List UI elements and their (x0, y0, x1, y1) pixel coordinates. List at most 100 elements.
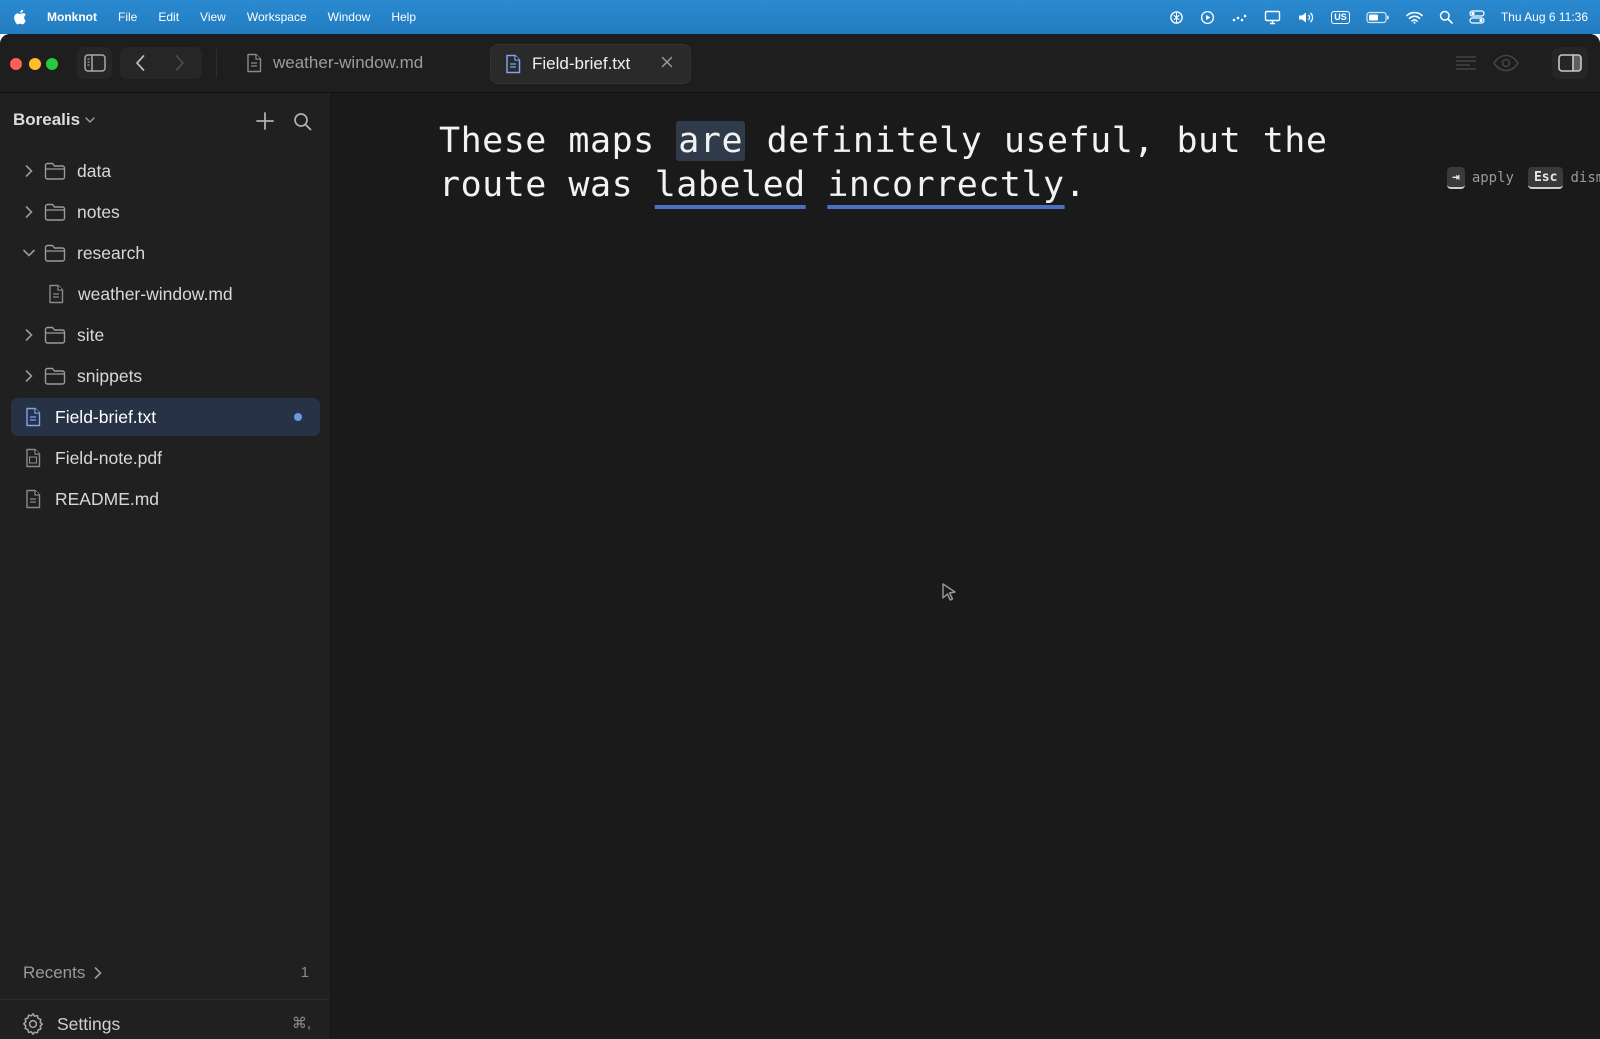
text-align-icon (1456, 56, 1476, 70)
tab-label: Field-brief.txt (532, 54, 631, 73)
menu-app-name[interactable]: Monknot (47, 10, 97, 24)
tree-label: data (77, 160, 112, 181)
tree-label: research (77, 242, 146, 263)
tree-folder-data[interactable]: data (11, 152, 320, 190)
document-icon (21, 407, 45, 427)
menubar-clock[interactable]: Thu Aug 6 11:36 (1501, 10, 1588, 24)
folder-icon (43, 367, 67, 385)
tab-key-hint[interactable]: ⇥ (1447, 167, 1465, 189)
tree-folder-research[interactable]: research (11, 234, 320, 272)
input-source-icon[interactable]: US (1331, 10, 1350, 24)
document-icon (44, 284, 68, 304)
window-minimize-button[interactable] (29, 58, 41, 70)
editor-text[interactable]: These maps are definitely useful, but th… (439, 119, 1439, 207)
text-run: route was (439, 165, 655, 205)
menu-view[interactable]: View (200, 10, 226, 24)
tree-file-field-brief[interactable]: Field-brief.txt (11, 398, 320, 436)
document-icon (246, 53, 262, 73)
menu-edit[interactable]: Edit (158, 10, 179, 24)
flagged-word-incorrectly[interactable]: incorrectly (827, 165, 1064, 205)
tree-label: snippets (77, 365, 143, 386)
menu-window[interactable]: Window (328, 10, 371, 24)
menu-file[interactable]: File (118, 10, 137, 24)
chevron-left-icon (136, 55, 145, 71)
folder-icon (43, 326, 67, 344)
dismiss-label: dismiss (1570, 170, 1600, 186)
gear-icon (21, 1012, 45, 1036)
apply-label: apply (1471, 170, 1514, 186)
selected-word[interactable]: are (676, 121, 746, 161)
tab-weather-window[interactable]: weather-window.md (232, 44, 462, 82)
volume-icon[interactable] (1297, 10, 1315, 25)
toggle-right-panel-button[interactable] (1552, 47, 1588, 79)
toggle-sidebar-button[interactable] (77, 47, 112, 79)
inline-suggestion-hint: ⇥ apply Esc dismiss (1447, 167, 1600, 189)
recents-section[interactable]: Recents 1 (23, 960, 309, 986)
search-icon (293, 112, 311, 130)
chevron-right-icon[interactable] (15, 328, 43, 342)
chevron-right-icon[interactable] (15, 205, 43, 219)
input-source-label: US (1331, 10, 1350, 24)
forward-button[interactable] (160, 47, 200, 79)
chevron-right-icon (175, 55, 184, 71)
tree-folder-site[interactable]: site (11, 316, 320, 354)
control-center-icon[interactable] (1469, 10, 1485, 24)
tree-file-readme[interactable]: README.md (11, 480, 320, 518)
editor-line-2[interactable]: route was labeled incorrectly. (439, 163, 1439, 207)
vault-name: Borealis (13, 110, 81, 129)
tree-folder-snippets[interactable]: snippets (11, 357, 320, 395)
battery-icon[interactable] (1366, 11, 1390, 24)
play-circle-icon[interactable] (1200, 10, 1215, 25)
flagged-word-labeled[interactable]: labeled (655, 165, 806, 205)
plus-icon (256, 112, 274, 130)
outline-button[interactable] (1450, 48, 1482, 78)
chevron-right-icon[interactable] (15, 369, 43, 383)
editor-line-1[interactable]: These maps are definitely useful, but th… (439, 119, 1439, 163)
app-window: weather-window.md Field-brief.txt Boreal… (0, 34, 1600, 1039)
openai-icon[interactable] (1169, 10, 1184, 25)
tree-label: weather-window.md (78, 283, 233, 304)
display-icon[interactable] (1264, 10, 1281, 25)
close-tab-icon[interactable] (660, 55, 674, 69)
eye-icon (1493, 54, 1519, 72)
tree-file-weather-window[interactable]: weather-window.md (44, 275, 320, 313)
esc-key-hint[interactable]: Esc (1527, 167, 1564, 189)
spotlight-icon[interactable] (1439, 10, 1453, 24)
new-note-button[interactable] (252, 108, 278, 134)
reading-view-button[interactable] (1488, 48, 1524, 78)
settings-label: Settings (57, 1013, 121, 1034)
vault-switcher[interactable]: Borealis (13, 110, 96, 130)
pdf-file-icon (21, 448, 45, 468)
apple-icon[interactable] (13, 9, 35, 25)
menu-workspace[interactable]: Workspace (247, 10, 307, 24)
sidebar-divider (0, 999, 330, 1000)
document-icon (505, 54, 521, 74)
settings-shortcut: ⌘, (291, 1015, 311, 1032)
title-bar: weather-window.md Field-brief.txt (0, 34, 1600, 93)
recents-count: 1 (300, 964, 309, 981)
chevron-right-icon[interactable] (15, 164, 43, 178)
tree-label: notes (77, 201, 120, 222)
window-zoom-button[interactable] (46, 58, 58, 70)
search-button[interactable] (289, 108, 315, 134)
dots-activity-icon[interactable] (1231, 10, 1248, 24)
wifi-icon[interactable] (1406, 11, 1423, 24)
folder-icon (43, 244, 67, 262)
menu-help[interactable]: Help (391, 10, 416, 24)
tree-label: README.md (55, 488, 160, 509)
settings-button[interactable]: Settings ⌘, (21, 1006, 311, 1039)
folder-icon (43, 203, 67, 221)
window-close-button[interactable] (10, 58, 22, 70)
tree-label: Field-note.pdf (55, 447, 163, 468)
editor-pane[interactable]: These maps are definitely useful, but th… (331, 93, 1600, 1039)
tree-file-field-note-pdf[interactable]: Field-note.pdf (11, 439, 320, 477)
back-button[interactable] (120, 47, 160, 79)
text-run: . (1064, 165, 1087, 205)
tree-folder-notes[interactable]: notes (11, 193, 320, 231)
recents-label: Recents (23, 963, 86, 982)
file-explorer-sidebar: Borealis data notes research weather-win… (0, 93, 331, 1039)
menu-bar: Monknot File Edit View Workspace Window … (0, 0, 1600, 34)
chevron-down-icon[interactable] (15, 248, 43, 258)
text-run: These maps (439, 121, 677, 161)
tab-field-brief[interactable]: Field-brief.txt (490, 44, 691, 84)
